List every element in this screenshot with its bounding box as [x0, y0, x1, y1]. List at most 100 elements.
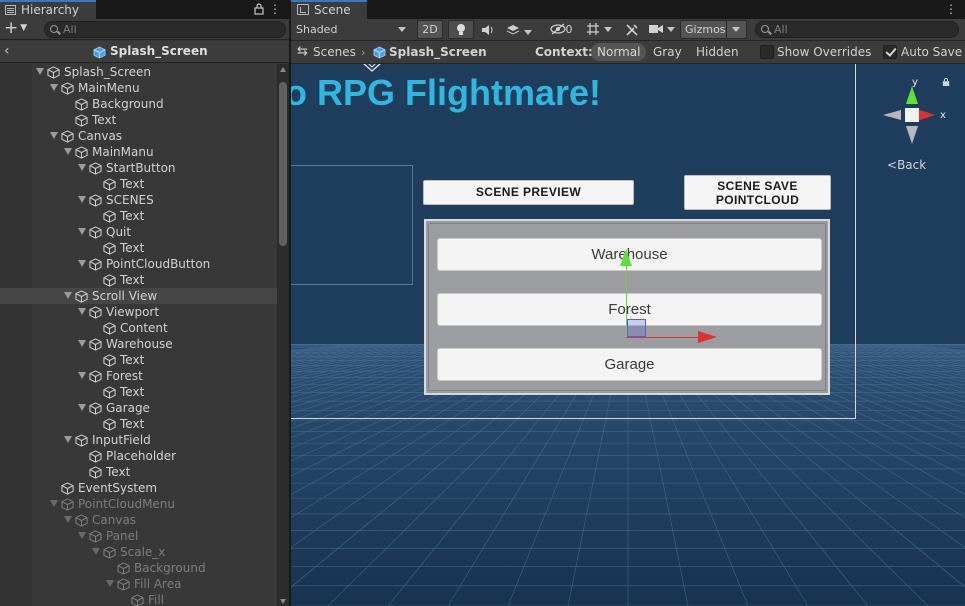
- expand-arrow-icon[interactable]: [78, 196, 86, 203]
- expand-arrow-icon[interactable]: [78, 372, 86, 379]
- hierarchy-row[interactable]: Text: [0, 416, 277, 432]
- hierarchy-row[interactable]: Text: [0, 384, 277, 400]
- hierarchy-row[interactable]: MainManu: [0, 144, 277, 160]
- lighting-toggle[interactable]: [448, 20, 474, 39]
- breadcrumb-current-scene[interactable]: Splash_Screen: [389, 45, 487, 59]
- tools-toggle[interactable]: [621, 20, 643, 39]
- orientation-neg-y-cone[interactable]: [906, 126, 918, 144]
- expand-arrow-icon[interactable]: [64, 436, 72, 443]
- hierarchy-row[interactable]: Splash_Screen: [0, 64, 277, 80]
- hierarchy-row[interactable]: Fill: [0, 592, 277, 606]
- context-normal-option[interactable]: Normal: [591, 43, 647, 61]
- camera-dropdown[interactable]: [647, 20, 677, 39]
- hierarchy-row[interactable]: PointCloudButton: [0, 256, 277, 272]
- scene-search[interactable]: [755, 21, 959, 38]
- expand-arrow-icon[interactable]: [92, 548, 100, 555]
- lock-icon[interactable]: [252, 3, 266, 17]
- hierarchy-row[interactable]: Text: [0, 352, 277, 368]
- scene-tab[interactable]: Scene: [291, 0, 367, 19]
- hierarchy-row[interactable]: Garage: [0, 400, 277, 416]
- expand-arrow-icon[interactable]: [64, 516, 72, 523]
- garage-button[interactable]: Garage: [437, 348, 822, 381]
- hierarchy-row[interactable]: Content: [0, 320, 277, 336]
- expand-arrow-icon[interactable]: [78, 308, 86, 315]
- scene-preview-button[interactable]: SCENE PREVIEW: [423, 180, 634, 205]
- hierarchy-scrollbar[interactable]: [277, 64, 289, 606]
- hierarchy-row[interactable]: InputField: [0, 432, 277, 448]
- expand-arrow-icon[interactable]: [64, 148, 72, 155]
- back-arrow-icon[interactable]: ⇆: [297, 44, 308, 59]
- orientation-x-cone[interactable]: [917, 109, 935, 121]
- hierarchy-row[interactable]: Panel: [0, 528, 277, 544]
- gizmos-dropdown[interactable]: Gizmos: [680, 20, 747, 39]
- hierarchy-row[interactable]: Placeholder: [0, 448, 277, 464]
- auto-save-checkbox[interactable]: [883, 45, 897, 59]
- move-gizmo-x-arrow-icon[interactable]: [698, 331, 717, 343]
- orientation-center-cube[interactable]: [905, 108, 919, 122]
- expand-arrow-icon[interactable]: [64, 292, 72, 299]
- hierarchy-row[interactable]: EventSystem: [0, 480, 277, 496]
- expand-arrow-icon[interactable]: [106, 580, 114, 587]
- expand-arrow-icon[interactable]: [78, 404, 86, 411]
- toggle-2d-button[interactable]: 2D: [417, 20, 443, 39]
- hierarchy-row[interactable]: Background: [0, 96, 277, 112]
- hierarchy-row[interactable]: Text: [0, 464, 277, 480]
- hierarchy-row[interactable]: Fill Area: [0, 576, 277, 592]
- scroll-view[interactable]: Warehouse Forest Garage: [424, 219, 830, 395]
- breadcrumb-scenes[interactable]: Scenes: [313, 45, 356, 59]
- hierarchy-row[interactable]: MainMenu: [0, 80, 277, 96]
- hierarchy-search-input[interactable]: [63, 22, 281, 37]
- back-arrow-icon[interactable]: ‹: [4, 43, 10, 59]
- hierarchy-row[interactable]: Text: [0, 272, 277, 288]
- hierarchy-row[interactable]: Background: [0, 560, 277, 576]
- hierarchy-row[interactable]: Text: [0, 176, 277, 192]
- grid-toggle[interactable]: [579, 20, 619, 39]
- orientation-gizmo[interactable]: y x: [879, 76, 951, 168]
- hierarchy-row[interactable]: Warehouse: [0, 336, 277, 352]
- audio-toggle[interactable]: [477, 20, 499, 39]
- hierarchy-row[interactable]: StartButton: [0, 160, 277, 176]
- expand-arrow-icon[interactable]: [78, 340, 86, 347]
- hierarchy-row[interactable]: Scroll View: [0, 288, 277, 304]
- orientation-lock-icon[interactable]: [942, 78, 950, 86]
- expand-arrow-icon[interactable]: [36, 68, 44, 75]
- expand-arrow-icon[interactable]: [78, 164, 86, 171]
- hierarchy-row[interactable]: Text: [0, 240, 277, 256]
- kebab-menu-icon[interactable]: ⋮: [268, 3, 282, 17]
- expand-arrow-icon[interactable]: [50, 132, 58, 139]
- hierarchy-search[interactable]: [44, 21, 286, 38]
- hierarchy-row[interactable]: Forest: [0, 368, 277, 384]
- move-gizmo-x-axis[interactable]: [626, 337, 706, 338]
- scene-save-pointcloud-button[interactable]: SCENE SAVE POINTCLOUD: [684, 175, 831, 210]
- scroll-up-arrow-icon[interactable]: [280, 67, 286, 72]
- hierarchy-row[interactable]: Text: [0, 112, 277, 128]
- hierarchy-tab[interactable]: Hierarchy: [0, 0, 96, 19]
- hierarchy-row[interactable]: Scale_x: [0, 544, 277, 560]
- shading-mode-dropdown[interactable]: Shaded: [293, 20, 411, 39]
- scene-visibility-toggle[interactable]: 0: [546, 20, 576, 39]
- effects-toggle[interactable]: [502, 20, 536, 39]
- kebab-menu-icon[interactable]: ⋮: [944, 3, 958, 17]
- expand-arrow-icon[interactable]: [78, 532, 86, 539]
- hierarchy-row[interactable]: SCENES: [0, 192, 277, 208]
- expand-arrow-icon[interactable]: [50, 500, 58, 507]
- hierarchy-row[interactable]: Viewport: [0, 304, 277, 320]
- orientation-neg-x-cone[interactable]: [883, 110, 901, 120]
- expand-arrow-icon[interactable]: [78, 228, 86, 235]
- expand-arrow-icon[interactable]: [50, 84, 58, 91]
- show-overrides-checkbox[interactable]: [760, 45, 774, 59]
- move-gizmo-plane-handle[interactable]: [627, 319, 646, 337]
- hierarchy-row[interactable]: Canvas: [0, 512, 277, 528]
- move-gizmo-y-arrow-icon[interactable]: [620, 249, 632, 266]
- hierarchy-row[interactable]: Quit: [0, 224, 277, 240]
- scroll-down-arrow-icon[interactable]: [280, 599, 286, 604]
- scrollbar-thumb[interactable]: [279, 82, 287, 246]
- orientation-y-cone[interactable]: [906, 86, 918, 104]
- expand-arrow-icon[interactable]: [78, 260, 86, 267]
- hierarchy-row[interactable]: PointCloudMenu: [0, 496, 277, 512]
- context-gray-option[interactable]: Gray: [653, 45, 682, 59]
- hierarchy-row[interactable]: Text: [0, 208, 277, 224]
- scene-viewport[interactable]: o RPG Flightmare! SCENE PREVIEW SCENE SA…: [291, 64, 965, 606]
- create-button[interactable]: + ▼: [4, 20, 34, 38]
- orientation-back-button[interactable]: <Back: [887, 158, 926, 172]
